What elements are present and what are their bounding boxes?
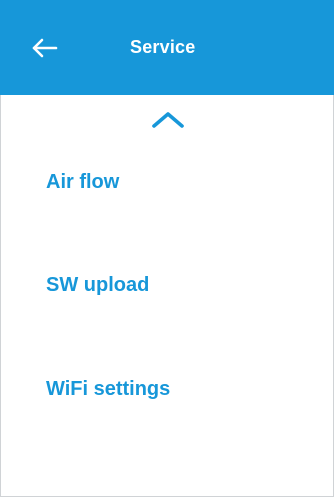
- page-title: Service: [130, 37, 196, 57]
- chevron-up-icon[interactable]: [150, 111, 186, 129]
- app-header: Service: [0, 0, 334, 95]
- menu-item-sw-upload[interactable]: SW upload: [46, 274, 149, 297]
- menu-item-air-flow[interactable]: Air flow: [46, 171, 119, 194]
- menu-item-wifi-settings[interactable]: WiFi settings: [46, 378, 170, 401]
- back-arrow-icon[interactable]: [30, 36, 62, 60]
